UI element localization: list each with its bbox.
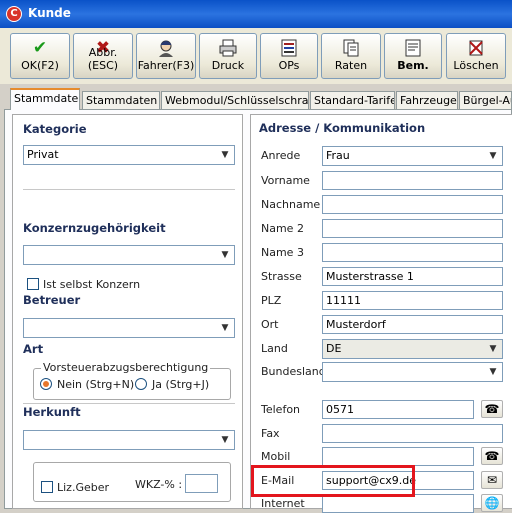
kategorie-title: Kategorie <box>23 122 87 136</box>
name3-input[interactable] <box>322 243 503 262</box>
ort-input[interactable]: Musterdorf <box>322 315 503 334</box>
delete-button[interactable]: Löschen <box>446 33 506 79</box>
chevron-down-icon[interactable]: ▼ <box>486 342 500 356</box>
plz-label: PLZ <box>261 294 282 307</box>
fax-input[interactable] <box>322 424 503 443</box>
anrede-select[interactable]: Frau ▼ <box>322 146 503 166</box>
tab-strip: Stammdaten Stammdaten 2 Webmodul/Schlüss… <box>0 88 512 110</box>
plz-input[interactable]: 11111 <box>322 291 503 310</box>
driver-icon <box>137 38 195 58</box>
mobil-label: Mobil <box>261 450 291 463</box>
printer-icon <box>200 38 256 58</box>
window-title: Kunde <box>28 6 71 20</box>
wkz-label: WKZ-% : <box>135 478 183 491</box>
vorname-label: Vorname <box>261 174 310 187</box>
abort-button[interactable]: ✖ Abbr.(ESC) <box>73 33 133 79</box>
title-bar: C Kunde <box>0 0 512 28</box>
land-select[interactable]: DE ▼ <box>322 339 503 359</box>
ort-label: Ort <box>261 318 279 331</box>
radio-ja-label: Ja (Strg+J) <box>152 378 210 391</box>
documents-icon <box>322 38 380 58</box>
herkunft-title: Herkunft <box>23 405 81 419</box>
ist-selbst-konzern-checkbox[interactable] <box>27 278 39 290</box>
chevron-down-icon[interactable]: ▼ <box>218 148 232 162</box>
strasse-input[interactable]: Musterstrasse 1 <box>322 267 503 286</box>
email-icon[interactable]: ✉ <box>481 471 503 489</box>
art-title: Art <box>23 342 44 356</box>
strasse-label: Strasse <box>261 270 302 283</box>
radio-ja[interactable] <box>135 378 147 390</box>
chevron-down-icon[interactable]: ▼ <box>486 365 500 379</box>
tab-webmodul[interactable]: Webmodul/Schlüsselschrank <box>161 91 309 109</box>
herkunft-select[interactable]: ▼ <box>23 430 235 450</box>
nachname-label: Nachname <box>261 198 321 211</box>
tab-buergel[interactable]: Bürgel-Aus <box>459 91 512 109</box>
ok-button[interactable]: ✔ OK(F2) <box>10 33 70 79</box>
checkmark-icon: ✔ <box>32 38 48 58</box>
mobile-phone-icon[interactable]: ☎ <box>481 447 503 465</box>
name2-input[interactable] <box>322 219 503 238</box>
konzern-select[interactable]: ▼ <box>23 245 235 265</box>
divider <box>23 403 235 404</box>
land-label: Land <box>261 342 288 355</box>
wkz-input[interactable] <box>185 474 218 493</box>
email-highlight-box <box>251 465 415 497</box>
nachname-input[interactable] <box>322 195 503 214</box>
betreuer-title: Betreuer <box>23 293 81 307</box>
anrede-label: Anrede <box>261 149 301 162</box>
radio-nein-label: Nein (Strg+N) <box>57 378 135 391</box>
name3-label: Name 3 <box>261 246 304 259</box>
liz-geber-label: Liz.Geber <box>57 481 110 494</box>
left-panel: Kategorie Privat ▼ Konzernzugehörigkeit … <box>12 114 243 509</box>
konzern-title: Konzernzugehörigkeit <box>23 221 166 235</box>
print-button[interactable]: Druck <box>199 33 257 79</box>
notes-button[interactable]: Bem. <box>384 33 442 79</box>
toolbar: ✔ OK(F2) ✖ Abbr.(ESC) Fahrer(F3) Druck O… <box>0 28 512 84</box>
tab-stammdaten-2[interactable]: Stammdaten 2 <box>82 91 160 109</box>
ops-button[interactable]: OPs <box>260 33 318 79</box>
notes-icon <box>385 38 441 58</box>
liz-geber-checkbox[interactable] <box>41 481 53 493</box>
chevron-down-icon[interactable]: ▼ <box>218 433 232 447</box>
tab-stammdaten[interactable]: Stammdaten <box>10 88 80 110</box>
name2-label: Name 2 <box>261 222 304 235</box>
bundesland-label: Bundesland <box>261 365 326 378</box>
fax-label: Fax <box>261 427 280 440</box>
chevron-down-icon[interactable]: ▼ <box>218 321 232 335</box>
kategorie-select[interactable]: Privat ▼ <box>23 145 235 165</box>
rates-button[interactable]: Raten <box>321 33 381 79</box>
bundesland-select[interactable]: ▼ <box>322 362 503 382</box>
mobil-input[interactable] <box>322 447 474 466</box>
ist-selbst-konzern-label: Ist selbst Konzern <box>43 278 141 291</box>
globe-icon[interactable]: 🌐 <box>481 494 503 512</box>
fahrer-button[interactable]: Fahrer(F3) <box>136 33 196 79</box>
address-title: Adresse / Kommunikation <box>259 121 426 135</box>
vorname-input[interactable] <box>322 171 503 190</box>
list-icon <box>261 38 317 58</box>
radio-nein[interactable] <box>40 378 52 390</box>
divider <box>23 189 235 190</box>
telefon-label: Telefon <box>261 403 301 416</box>
tab-standard-tarife[interactable]: Standard-Tarife <box>310 91 395 109</box>
chevron-down-icon[interactable]: ▼ <box>486 149 500 163</box>
tab-fahrzeuge[interactable]: Fahrzeuge <box>396 91 458 109</box>
delete-icon <box>447 38 505 58</box>
internet-label: Internet <box>261 497 305 510</box>
phone-icon[interactable]: ☎ <box>481 400 503 418</box>
telefon-input[interactable]: 0571 <box>322 400 474 419</box>
app-logo-icon: C <box>6 6 22 22</box>
right-panel: Adresse / Kommunikation Anrede Frau ▼ Vo… <box>250 114 512 513</box>
vorsteuer-label: Vorsteuerabzugsberechtigung <box>41 361 211 374</box>
chevron-down-icon[interactable]: ▼ <box>218 248 232 262</box>
betreuer-select[interactable]: ▼ <box>23 318 235 338</box>
